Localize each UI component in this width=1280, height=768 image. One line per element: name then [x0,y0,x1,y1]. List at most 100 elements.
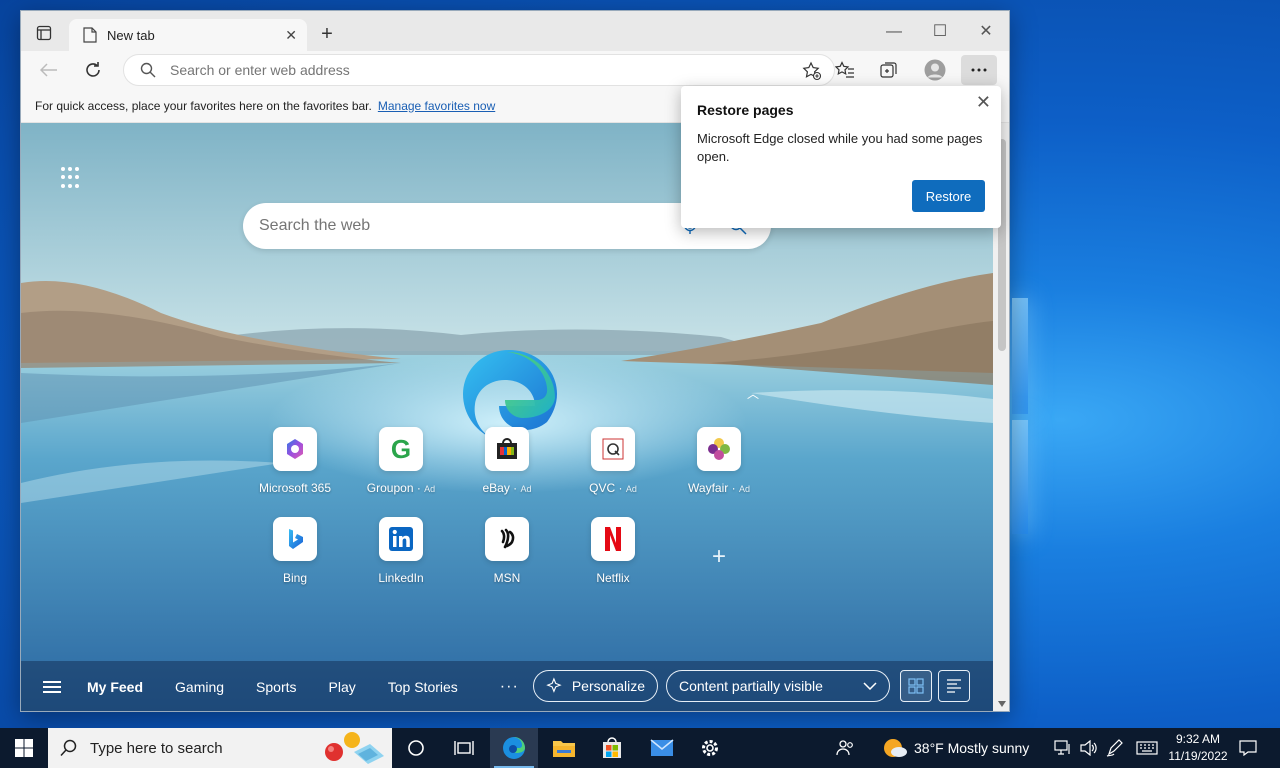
file-explorer-button[interactable] [540,728,588,768]
close-window-button[interactable]: ✕ [963,21,1009,45]
groupon-icon: G [379,427,423,471]
feed-tab-my-feed[interactable]: My Feed [87,679,143,695]
quick-link-wayfair[interactable]: Wayfair · Ad [669,427,769,495]
settings-button[interactable] [686,728,734,768]
address-bar[interactable] [123,54,835,86]
toolbar [21,51,1009,89]
manage-favorites-link[interactable]: Manage favorites now [378,99,495,113]
gear-icon [702,740,718,756]
windows-logo-pane-top [1012,298,1028,414]
scroll-down-icon[interactable] [998,701,1006,707]
tile-label: Wayfair [688,481,729,495]
msn-icon [485,517,529,561]
web-search-input[interactable] [259,217,679,235]
grid-view-button[interactable] [900,670,932,702]
feed-tab-play[interactable]: Play [329,679,356,695]
tile-label: QVC [589,481,616,495]
personalize-button[interactable]: Personalize [533,670,658,702]
quick-link-bing[interactable]: Bing [245,517,345,585]
restore-button[interactable]: Restore [912,180,985,212]
keyboard-icon[interactable] [1132,728,1162,768]
windows-logo-pane-bottom [1012,420,1028,534]
tile-label: eBay [482,481,510,495]
list-view-button[interactable] [938,670,970,702]
title-bar: New tab ✕ + — ☐ ✕ [21,11,1009,51]
feed-menu-icon[interactable] [43,678,61,696]
refresh-button[interactable] [79,57,107,83]
task-view-button[interactable] [440,728,488,768]
network-icon[interactable] [1050,728,1076,768]
chevron-down-icon [863,682,877,690]
qvc-icon [591,427,635,471]
dialog-title: Restore pages [697,102,794,118]
personalize-label: Personalize [571,678,645,694]
add-favorite-icon[interactable] [802,61,822,81]
quick-link-msn[interactable]: MSN [457,517,557,585]
taskbar-search-placeholder: Type here to search [90,739,223,757]
feed-tab-top-stories[interactable]: Top Stories [388,679,458,695]
profile-avatar[interactable] [921,57,949,83]
taskbar-clock[interactable]: 9:32 AM 11/19/2022 [1160,731,1236,765]
clock-date: 11/19/2022 [1168,749,1228,763]
wayfair-icon [697,427,741,471]
tab-new-tab[interactable]: New tab ✕ [69,19,307,51]
ad-badge: Ad [520,484,532,494]
apps-launcher-icon[interactable] [61,167,83,189]
new-tab-button[interactable]: + [315,23,339,47]
clock-time: 9:32 AM [1175,732,1221,746]
microsoft-store-button[interactable] [588,728,636,768]
minimize-button[interactable]: — [871,21,917,45]
search-icon [60,739,77,757]
favorites-bar-text: For quick access, place your favorites h… [35,98,372,113]
bing-icon [273,517,317,561]
favorites-button[interactable] [831,57,859,83]
tile-label: Groupon [366,481,414,495]
people-button[interactable] [822,728,870,768]
ebay-icon [485,427,529,471]
taskbar-edge-button[interactable] [490,728,538,768]
feed-tab-sports[interactable]: Sports [256,679,296,695]
sparkle-icon [546,677,562,693]
back-button[interactable] [35,57,63,83]
quick-link-linkedin[interactable]: LinkedIn [351,517,451,585]
quick-link-microsoft-365[interactable]: Microsoft 365 [245,427,345,495]
mail-button[interactable] [638,728,686,768]
weather-text: 38°F Mostly sunny [914,740,1030,756]
add-shortcut-icon[interactable]: + [707,543,731,571]
start-button[interactable] [0,728,48,768]
weather-widget[interactable]: 38°F Mostly sunny [882,728,1029,768]
windows-icon [15,739,33,757]
tile-label: LinkedIn [378,571,424,585]
content-visibility-select[interactable]: Content partially visible [666,670,890,702]
feed-more-button[interactable]: ··· [500,678,519,696]
address-input[interactable] [170,62,770,78]
ad-badge: Ad [738,484,750,494]
notifications-icon[interactable] [1236,728,1260,768]
ad-badge: Ad [625,484,637,494]
quick-link-qvc[interactable]: QVC · Ad [563,427,663,495]
tab-close-icon[interactable]: ✕ [285,27,297,44]
microsoft-365-icon [273,427,317,471]
feed-tab-gaming[interactable]: Gaming [175,679,224,695]
quick-link-ebay[interactable]: eBay · Ad [457,427,557,495]
weather-sunny-icon [884,739,907,757]
quick-link-groupon[interactable]: G Groupon · Ad [351,427,451,495]
maximize-button[interactable]: ☐ [917,21,963,45]
feed-bar: My Feed Gaming Sports Play Top Stories ·… [21,661,993,711]
dialog-close-icon[interactable]: ✕ [976,92,991,113]
folder-icon [553,741,575,757]
taskbar-search-box[interactable]: Type here to search [48,728,392,768]
tab-actions-icon[interactable] [29,21,59,45]
edge-icon [503,737,525,759]
volume-icon[interactable] [1076,728,1102,768]
collections-button[interactable] [875,57,903,83]
list-view-icon [947,679,961,693]
collapse-chevron-icon[interactable]: ︿ [747,385,759,402]
settings-and-more-button[interactable] [961,55,997,85]
quick-link-netflix[interactable]: Netflix [563,517,663,585]
cortana-button[interactable] [392,728,440,768]
grid-view-icon [908,678,924,694]
content-visibility-value: Content partially visible [679,678,823,694]
search-highlight-icon [325,732,384,764]
pen-icon[interactable] [1102,728,1128,768]
